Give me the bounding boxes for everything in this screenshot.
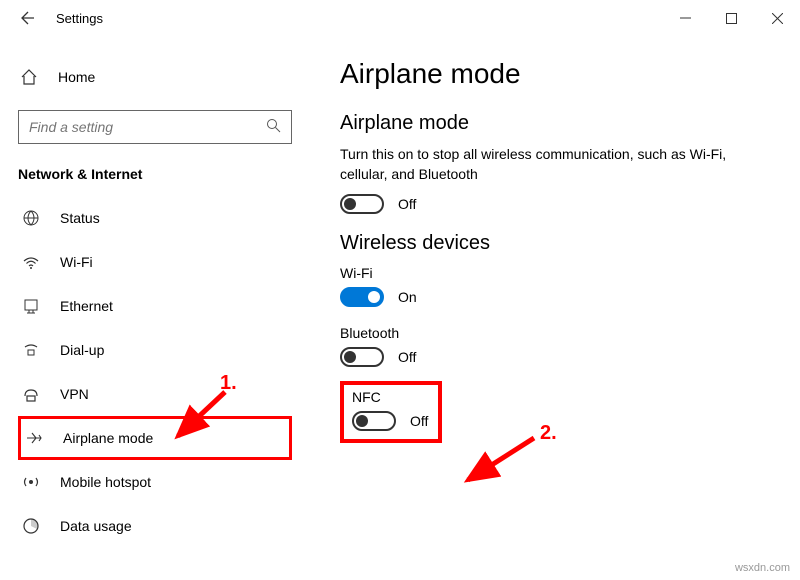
sidebar-item-ethernet[interactable]: Ethernet (18, 284, 292, 328)
maximize-icon (726, 13, 737, 24)
data-usage-icon (20, 515, 42, 537)
search-icon (266, 118, 281, 136)
titlebar: Settings (0, 0, 800, 36)
nav-label: VPN (60, 386, 89, 402)
nav-label: Mobile hotspot (60, 474, 151, 490)
sidebar-item-data-usage[interactable]: Data usage (18, 504, 292, 548)
hotspot-icon (20, 471, 42, 493)
close-button[interactable] (754, 2, 800, 34)
nav-label: Ethernet (60, 298, 113, 314)
dialup-icon (20, 339, 42, 361)
wireless-heading: Wireless devices (340, 232, 780, 255)
nfc-highlight-box: NFC Off (340, 381, 442, 443)
watermark: wsxdn.com (735, 562, 790, 574)
bluetooth-toggle-state: Off (398, 349, 416, 365)
bluetooth-toggle[interactable] (340, 347, 384, 367)
maximize-button[interactable] (708, 2, 754, 34)
window-controls (662, 2, 800, 34)
minimize-button[interactable] (662, 2, 708, 34)
search-box[interactable] (18, 110, 292, 144)
airplane-heading: Airplane mode (340, 112, 780, 135)
sidebar-item-airplane-mode[interactable]: Airplane mode (18, 416, 292, 460)
page-title: Airplane mode (340, 58, 780, 90)
sidebar-item-status[interactable]: Status (18, 196, 292, 240)
sidebar-item-dialup[interactable]: Dial-up (18, 328, 292, 372)
wifi-label: Wi-Fi (340, 265, 780, 281)
airplane-description: Turn this on to stop all wireless commun… (340, 145, 780, 184)
window-title: Settings (56, 11, 103, 26)
nav-label: Wi-Fi (60, 254, 93, 270)
sidebar: Home Network & Internet Status Wi-Fi (0, 36, 310, 580)
sidebar-item-wifi[interactable]: Wi-Fi (18, 240, 292, 284)
sidebar-home[interactable]: Home (18, 56, 292, 98)
nfc-label: NFC (352, 389, 428, 405)
wifi-icon (20, 251, 42, 273)
vpn-icon (20, 383, 42, 405)
nav-label: Status (60, 210, 100, 226)
home-icon (18, 68, 40, 86)
wifi-toggle[interactable] (340, 287, 384, 307)
nav-label: Data usage (60, 518, 132, 534)
airplane-icon (23, 427, 45, 449)
airplane-toggle[interactable] (340, 194, 384, 214)
minimize-icon (680, 13, 691, 24)
globe-icon (20, 207, 42, 229)
bluetooth-label: Bluetooth (340, 325, 780, 341)
arrow-left-icon (20, 10, 36, 26)
nfc-toggle[interactable] (352, 411, 396, 431)
sidebar-home-label: Home (58, 69, 95, 85)
content-pane: Airplane mode Airplane mode Turn this on… (310, 36, 800, 580)
search-input[interactable] (29, 119, 266, 135)
sidebar-section-label: Network & Internet (18, 166, 292, 182)
airplane-toggle-state: Off (398, 196, 416, 212)
sidebar-item-mobile-hotspot[interactable]: Mobile hotspot (18, 460, 292, 504)
back-button[interactable] (18, 8, 38, 28)
ethernet-icon (20, 295, 42, 317)
wifi-toggle-state: On (398, 289, 417, 305)
sidebar-item-vpn[interactable]: VPN (18, 372, 292, 416)
nfc-toggle-state: Off (410, 413, 428, 429)
close-icon (772, 13, 783, 24)
nav-label: Airplane mode (63, 430, 153, 446)
nav-label: Dial-up (60, 342, 104, 358)
